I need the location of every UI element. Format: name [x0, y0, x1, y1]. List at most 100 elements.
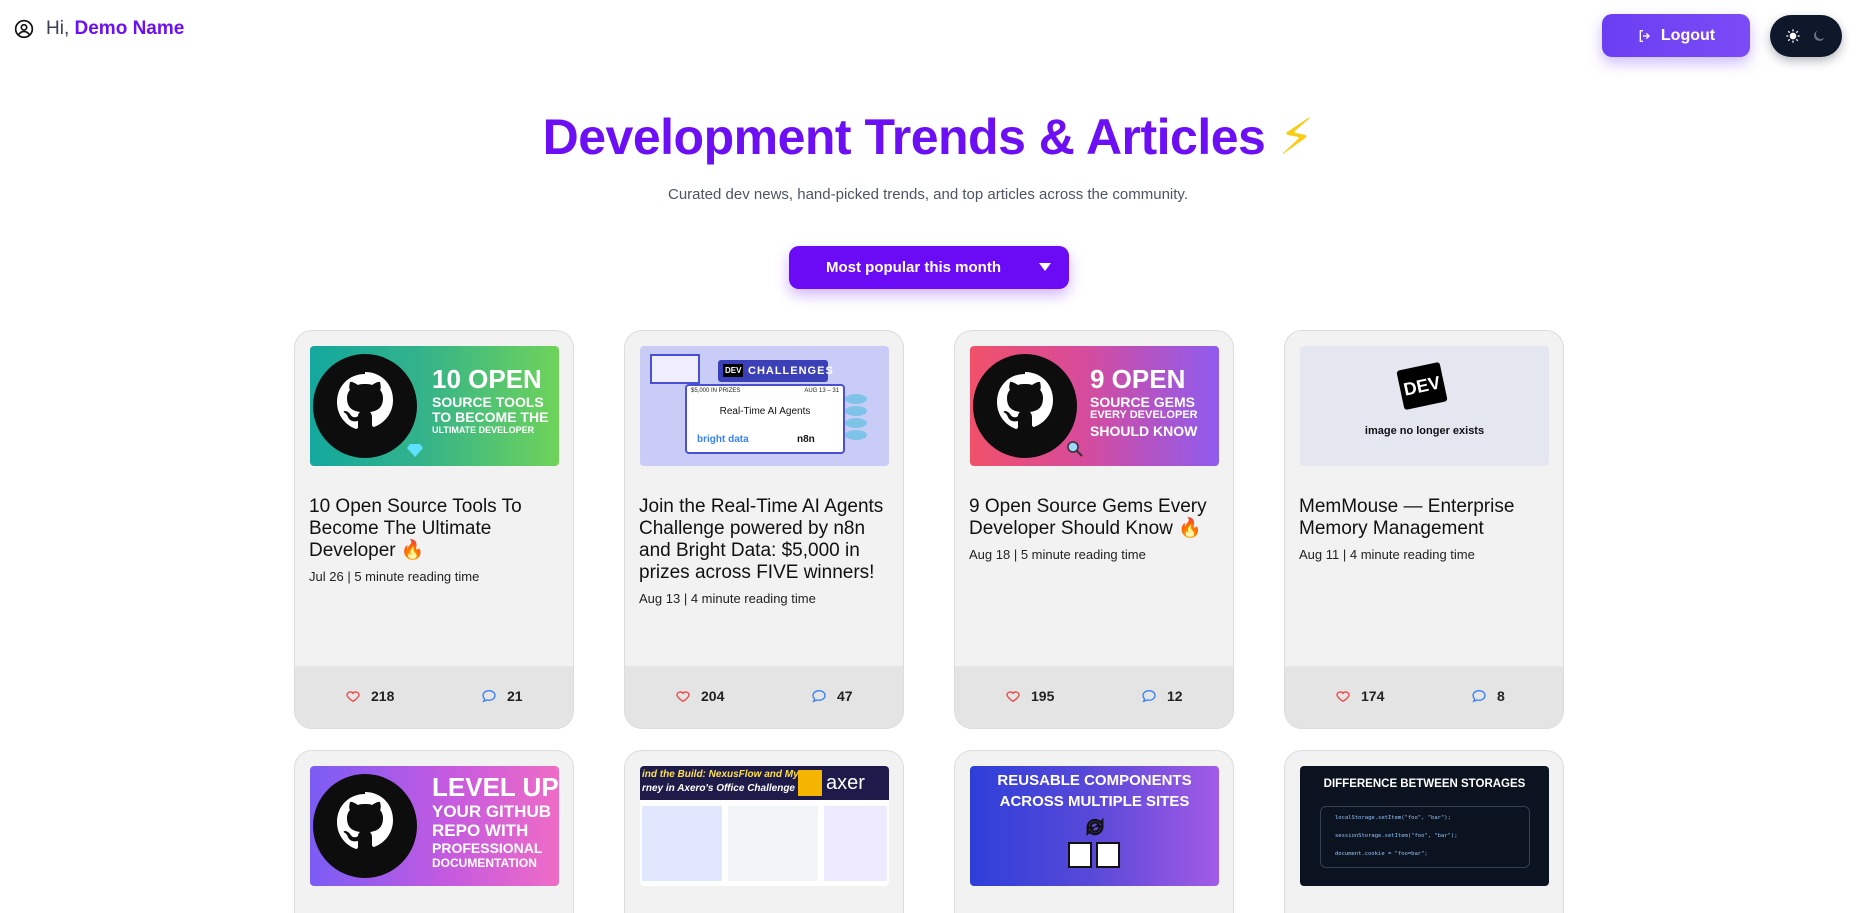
dates-text: AUG 13 – 31 [804, 388, 839, 394]
sun-icon[interactable] [1785, 28, 1801, 44]
article-thumbnail[interactable]: DIFFERENCE BETWEEN STORAGES localStorage… [1300, 766, 1549, 886]
page-subtitle: Curated dev news, hand-picked trends, an… [668, 186, 1188, 203]
card-footer: 195 12 [955, 666, 1233, 728]
greeting-text: Hi, [46, 18, 70, 39]
article-card[interactable]: 10 OPEN SOURCE TOOLS TO BECOME THE ULTIM… [294, 330, 574, 729]
like-button[interactable]: 195 [1005, 688, 1054, 704]
article-title[interactable]: Join the Real-Time AI Agents Challenge p… [639, 496, 895, 584]
card-footer: 204 47 [625, 666, 903, 728]
layout-icon [1068, 842, 1092, 868]
thumb-line: PROFESSIONAL [432, 840, 543, 856]
dev-badge: DEV [723, 364, 744, 377]
like-count: 204 [701, 688, 725, 704]
theme-toggle[interactable] [1770, 15, 1842, 57]
sort-dropdown[interactable]: Most popular this month [789, 246, 1069, 289]
comment-icon [812, 689, 826, 703]
page-title-text: Development Trends & Articles [542, 109, 1266, 165]
article-meta: Aug 11 | 4 minute reading time [1299, 547, 1475, 562]
code-block: localStorage.setItem("foo", "bar"); sess… [1320, 806, 1530, 868]
code-line: localStorage.setItem("foo", "bar"); [1335, 815, 1451, 821]
article-thumbnail[interactable]: DEV image no longer exists [1300, 346, 1549, 466]
thumb-headline: ind the Build: NexusFlow and My [642, 769, 799, 780]
thumb-line: YOUR GITHUB [432, 802, 551, 821]
comment-icon [1142, 689, 1156, 703]
thumb-line: DIFFERENCE BETWEEN STORAGES [1323, 778, 1526, 790]
article-title[interactable]: 9 Open Source Gems Every Developer Shoul… [969, 496, 1225, 540]
dev-logo-text: DEV [1401, 371, 1443, 400]
bright-data-logo: bright data [697, 434, 749, 445]
n8n-logo: n8n [797, 434, 815, 445]
article-date: Aug 13 [639, 591, 681, 606]
thumb-line: 10 OPEN [432, 364, 542, 394]
article-card[interactable]: DEV image no longer exists MemMouse — En… [1284, 330, 1564, 729]
comment-button[interactable]: 12 [1141, 688, 1183, 704]
article-meta: Aug 13 | 4 minute reading time [639, 591, 816, 606]
logout-label: Logout [1660, 26, 1716, 44]
article-thumbnail[interactable]: REUSABLE COMPONENTS ACROSS MULTIPLE SITE… [970, 766, 1219, 886]
comment-button[interactable]: 21 [481, 688, 523, 704]
heart-icon [676, 691, 690, 703]
comment-icon [1472, 689, 1486, 703]
article-reading-time: 5 minute reading time [354, 569, 480, 584]
logout-icon [1639, 29, 1650, 42]
code-line: sessionStorage.setItem("foo", "bar"); [1335, 833, 1458, 839]
heart-icon [1336, 691, 1350, 703]
article-thumbnail[interactable]: LEVEL UP YOUR GITHUB REPO WITH PROFESSIO… [310, 766, 559, 886]
monitor-illustration [650, 354, 700, 384]
card-footer: 174 8 [1285, 666, 1563, 728]
github-logo-icon [313, 354, 417, 458]
thumb-line: 9 OPEN [1090, 364, 1186, 394]
article-thumbnail[interactable]: ind the Build: NexusFlow and My rney in … [640, 766, 889, 886]
comment-count: 21 [507, 688, 523, 704]
article-thumbnail[interactable]: DEV CHALLENGES $5,000 IN PRIZES AUG 13 –… [640, 346, 889, 466]
article-thumbnail[interactable]: 9 OPEN SOURCE GEMS EVERY DEVELOPER SHOUL… [970, 346, 1219, 466]
heart-icon [1006, 691, 1020, 703]
dev-logo: DEV [1396, 361, 1448, 411]
user-name[interactable]: Demo Name [75, 18, 185, 39]
heart-icon [346, 691, 360, 703]
github-logo-icon [973, 354, 1077, 458]
comment-count: 47 [837, 688, 853, 704]
article-card[interactable]: DEV CHALLENGES $5,000 IN PRIZES AUG 13 –… [624, 330, 904, 729]
article-card[interactable]: DIFFERENCE BETWEEN STORAGES localStorage… [1284, 750, 1564, 913]
article-card[interactable]: ind the Build: NexusFlow and My rney in … [624, 750, 904, 913]
like-count: 195 [1031, 688, 1055, 704]
thumb-line: REUSABLE COMPONENTS [997, 772, 1192, 789]
coin-stack-illustration [845, 386, 875, 456]
article-reading-time: 4 minute reading time [1349, 547, 1475, 562]
page-title: Development Trends & Articles ⚡ [0, 108, 1856, 166]
like-count: 218 [371, 688, 395, 704]
card-footer: 218 21 [295, 666, 573, 728]
article-card[interactable]: LEVEL UP YOUR GITHUB REPO WITH PROFESSIO… [294, 750, 574, 913]
article-title[interactable]: MemMouse — Enterprise Memory Management [1299, 496, 1555, 540]
like-button[interactable]: 174 [1335, 688, 1384, 704]
dashboard-panel [728, 806, 818, 881]
article-date: Jul 26 [309, 569, 344, 584]
article-meta: Jul 26 | 5 minute reading time [309, 569, 480, 584]
challenge-tag: CHALLENGES [748, 365, 834, 377]
magnifier-icon [1067, 441, 1083, 457]
article-reading-time: 4 minute reading time [690, 591, 816, 606]
like-button[interactable]: 204 [675, 688, 724, 704]
thumb-line: TO BECOME THE [432, 409, 549, 425]
comment-button[interactable]: 8 [1471, 688, 1505, 704]
thumb-line: REPO WITH [432, 821, 529, 840]
user-greeting: Hi, Demo Name [14, 18, 184, 40]
refresh-icon [1086, 817, 1104, 837]
article-card[interactable]: 9 OPEN SOURCE GEMS EVERY DEVELOPER SHOUL… [954, 330, 1234, 729]
comment-count: 12 [1167, 688, 1183, 704]
like-button[interactable]: 218 [345, 688, 394, 704]
comment-button[interactable]: 47 [811, 688, 853, 704]
challenge-banner: DEV CHALLENGES [718, 360, 833, 382]
thumb-line: SOURCE TOOLS [432, 394, 544, 410]
article-title[interactable]: 10 Open Source Tools To Become The Ultim… [309, 496, 565, 562]
axero-logo-mark [798, 770, 822, 796]
article-reading-time: 5 minute reading time [1020, 547, 1146, 562]
thumb-line: ULTIMATE DEVELOPER [432, 425, 535, 435]
dashboard-panel [824, 806, 887, 881]
article-card[interactable]: REUSABLE COMPONENTS ACROSS MULTIPLE SITE… [954, 750, 1234, 913]
logout-button[interactable]: Logout [1602, 14, 1750, 57]
axero-logo-text: axer [826, 772, 865, 794]
article-thumbnail[interactable]: 10 OPEN SOURCE TOOLS TO BECOME THE ULTIM… [310, 346, 559, 466]
moon-icon[interactable] [1811, 28, 1827, 44]
